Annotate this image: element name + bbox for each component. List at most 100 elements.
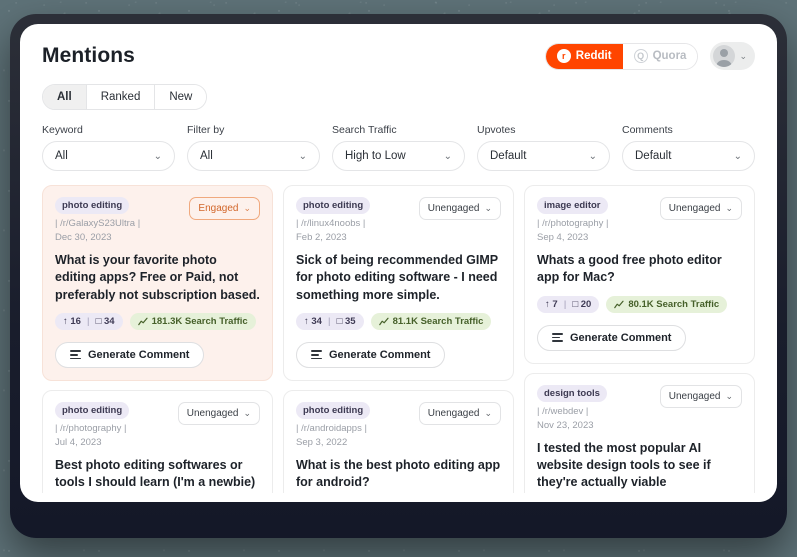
mention-meta: image editor | /r/photography | Sep 4, 202… bbox=[537, 197, 654, 243]
mention-card[interactable]: photo editing | /r/androidapps | Sep 3, 20… bbox=[283, 389, 514, 493]
comment-icon-value: □ 35 bbox=[336, 315, 356, 327]
mention-meta: photo editing | /r/linux4noobs | Feb 2, 20… bbox=[296, 197, 413, 243]
subreddit-label: | /r/photography | bbox=[537, 218, 609, 229]
filter-search-traffic-value: High to Low bbox=[345, 150, 406, 162]
mention-card-header: photo editing | /r/GalaxyS23Ultra | Dec 30… bbox=[55, 197, 260, 243]
engagement-status-dropdown[interactable]: Unengaged ⌄ bbox=[177, 401, 260, 425]
keyword-badge: image editor bbox=[537, 197, 608, 214]
votes-chip: ↑ 7 | □ 20 bbox=[537, 295, 600, 313]
chevron-down-icon: ⌄ bbox=[484, 203, 492, 213]
mention-card[interactable]: design tools | /r/webdev | Nov 23, 2023 Une… bbox=[524, 372, 755, 493]
mention-card[interactable]: photo editing | /r/photography | Jul 4, 20… bbox=[42, 389, 273, 493]
filter-keyword-select[interactable]: All ⌄ bbox=[42, 141, 175, 171]
filter-comments-select[interactable]: Default ⌄ bbox=[622, 141, 755, 171]
generate-comment-button[interactable]: Generate Comment bbox=[537, 324, 687, 351]
device-frame: Mentions r Reddit Q Quora ⌄ All Ranked N… bbox=[10, 14, 787, 538]
mentions-board: photo editing | /r/GalaxyS23Ultra | Dec 30… bbox=[20, 181, 777, 493]
mention-title: What is your favorite photo editing apps… bbox=[55, 253, 260, 302]
subreddit-label: | /r/webdev | bbox=[537, 405, 589, 417]
mention-date: Nov 23, 2023 bbox=[537, 419, 594, 431]
source-toggle[interactable]: r Reddit Q Quora bbox=[544, 42, 699, 70]
filter-filterby-label: Filter by bbox=[187, 124, 225, 136]
engagement-status-dropdown[interactable]: Unengaged ⌄ bbox=[659, 384, 742, 408]
mention-title: Best photo editing softwares or tools I … bbox=[55, 457, 256, 489]
engagement-status-label: Unengaged bbox=[668, 203, 721, 214]
tab-all[interactable]: All bbox=[43, 85, 87, 109]
mention-meta-line: photo editing | /r/linux4noobs | bbox=[296, 197, 413, 229]
mention-meta-line: design tools | /r/webdev | bbox=[537, 384, 654, 417]
chevron-down-icon: ⌄ bbox=[243, 407, 251, 418]
tab-new[interactable]: New bbox=[155, 85, 207, 109]
filter-search-traffic-select[interactable]: High to Low ⌄ bbox=[332, 141, 465, 171]
tab-all-label: All bbox=[57, 91, 72, 103]
lines-icon bbox=[70, 350, 81, 360]
filter-upvotes: Upvotes Default ⌄ bbox=[477, 124, 610, 171]
filter-upvotes-select[interactable]: Default ⌄ bbox=[477, 141, 610, 171]
mention-stats: ↑ 7 | □ 20 80.1K Search Traffic bbox=[537, 295, 742, 313]
upvote-icon-value: ↑ 16 bbox=[63, 315, 81, 327]
engagement-status-dropdown[interactable]: Unengaged ⌄ bbox=[418, 197, 501, 220]
generate-comment-label: Generate Comment bbox=[88, 348, 190, 361]
chevron-down-icon: ⌄ bbox=[739, 50, 747, 61]
source-quora-button[interactable]: Q Quora bbox=[622, 43, 698, 69]
mention-card[interactable]: image editor | /r/photography | Sep 4, 202… bbox=[524, 185, 755, 364]
lines-icon bbox=[311, 350, 322, 360]
mention-date: Jul 4, 2023 bbox=[55, 436, 102, 448]
engagement-status-dropdown[interactable]: Unengaged ⌄ bbox=[659, 197, 742, 220]
mentions-column: photo editing | /r/GalaxyS23Ultra | Dec 30… bbox=[42, 185, 273, 493]
search-traffic-value: 80.1K Search Traffic bbox=[628, 298, 720, 310]
search-traffic-chip: 80.1K Search Traffic bbox=[606, 295, 728, 313]
source-reddit-button[interactable]: r Reddit bbox=[545, 43, 623, 69]
filter-comments: Comments Default ⌄ bbox=[622, 124, 755, 171]
filter-bar: Keyword All ⌄ Filter by All ⌄ Search Tra… bbox=[20, 110, 777, 181]
search-traffic-chip: 181.3K Search Traffic bbox=[129, 312, 256, 330]
engagement-status-label: Unengaged bbox=[427, 203, 480, 214]
votes-chip: ↑ 34 | □ 35 bbox=[296, 312, 364, 330]
avatar bbox=[713, 45, 736, 67]
filter-search-traffic-label: Search Traffic bbox=[332, 124, 397, 136]
chevron-down-icon: ⌄ bbox=[733, 150, 742, 162]
mention-meta-line: photo editing | /r/androidapps | bbox=[296, 401, 413, 434]
mention-date: Sep 3, 2022 bbox=[296, 436, 348, 448]
comment-icon-value: □ 34 bbox=[95, 315, 115, 327]
mention-card[interactable]: photo editing | /r/GalaxyS23Ultra | Dec 30… bbox=[42, 185, 273, 381]
mention-meta: photo editing | /r/GalaxyS23Ultra | Dec 30… bbox=[55, 197, 183, 243]
mention-title: Sick of being recommended GIMP for photo… bbox=[296, 253, 498, 302]
app-screen: Mentions r Reddit Q Quora ⌄ All Ranked N… bbox=[20, 24, 777, 502]
chevron-down-icon: ⌄ bbox=[484, 407, 492, 418]
engagement-status-dropdown[interactable]: Engaged ⌄ bbox=[189, 197, 260, 220]
mentions-column: photo editing | /r/linux4noobs | Feb 2, 20… bbox=[283, 185, 514, 493]
search-traffic-value: 81.1K Search Traffic bbox=[392, 315, 484, 327]
subreddit-label: | /r/photography | bbox=[55, 422, 127, 434]
filter-filterby-select[interactable]: All ⌄ bbox=[187, 141, 320, 171]
chevron-down-icon: ⌄ bbox=[725, 203, 733, 213]
filter-comments-value: Default bbox=[635, 150, 672, 162]
account-menu[interactable]: ⌄ bbox=[710, 42, 755, 70]
subreddit-label: | /r/androidapps | bbox=[296, 422, 367, 434]
mention-date: Feb 2, 2023 bbox=[296, 232, 347, 243]
votes-chip: ↑ 16 | □ 34 bbox=[55, 312, 123, 330]
tab-ranked[interactable]: Ranked bbox=[86, 85, 156, 109]
source-quora-label: Quora bbox=[652, 50, 687, 62]
mention-stats: ↑ 34 | □ 35 81.1K Search Traffic bbox=[296, 312, 501, 330]
trend-chart-icon bbox=[137, 317, 148, 325]
mention-meta-line: image editor | /r/photography | bbox=[537, 197, 654, 229]
mention-card-header: photo editing | /r/linux4noobs | Feb 2, 20… bbox=[296, 197, 501, 243]
engagement-status-dropdown[interactable]: Unengaged ⌄ bbox=[418, 401, 501, 425]
generate-comment-button[interactable]: Generate Comment bbox=[296, 341, 446, 368]
mention-card-header: photo editing | /r/photography | Jul 4, 20… bbox=[55, 401, 260, 448]
generate-comment-button[interactable]: Generate Comment bbox=[55, 341, 205, 368]
keyword-badge: photo editing bbox=[55, 197, 130, 214]
mention-meta: design tools | /r/webdev | Nov 23, 2023 bbox=[537, 384, 654, 431]
filter-search-traffic: Search Traffic High to Low ⌄ bbox=[332, 124, 465, 171]
tab-ranked-label: Ranked bbox=[100, 91, 141, 103]
keyword-badge: photo editing bbox=[296, 197, 371, 214]
tabs-row: All Ranked New bbox=[20, 76, 777, 110]
subreddit-label: | /r/GalaxyS23Ultra | bbox=[55, 218, 141, 229]
quora-icon: Q bbox=[633, 49, 648, 63]
mention-title: What is the best photo editing app for a… bbox=[296, 457, 501, 489]
mention-card[interactable]: photo editing | /r/linux4noobs | Feb 2, 20… bbox=[283, 185, 514, 381]
mention-stats: ↑ 16 | □ 34 181.3K Search Traffic bbox=[55, 312, 260, 330]
keyword-badge: design tools bbox=[537, 384, 607, 402]
search-traffic-chip: 81.1K Search Traffic bbox=[370, 312, 492, 330]
